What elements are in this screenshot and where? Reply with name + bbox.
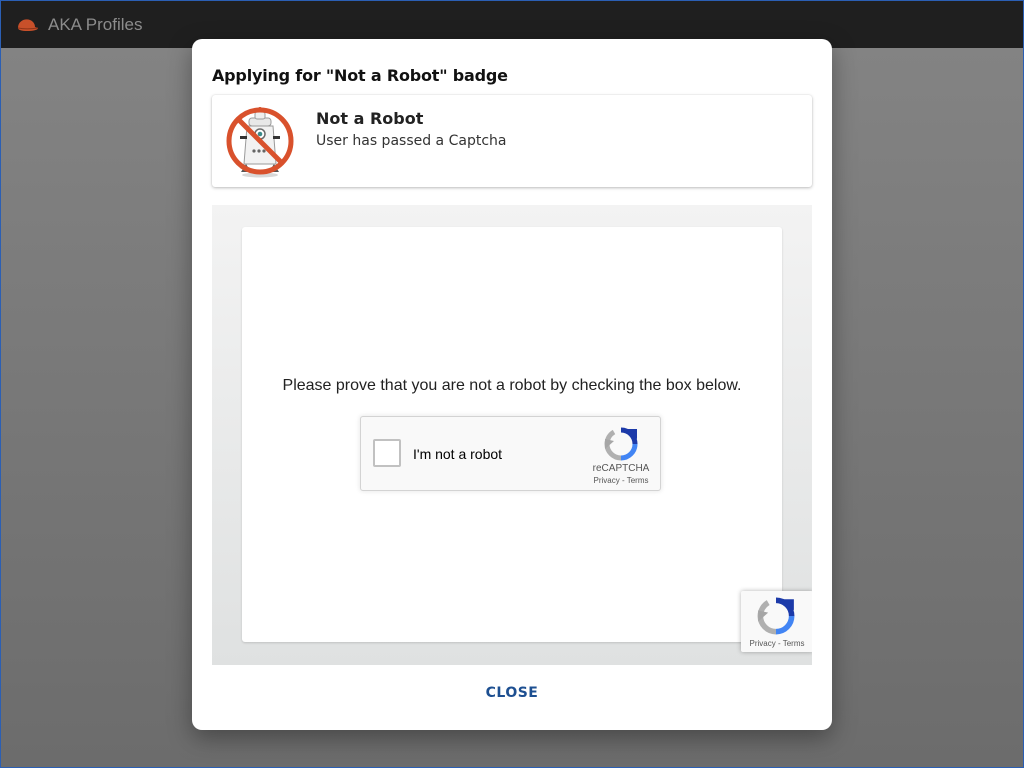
recaptcha-floating-badge[interactable]: Privacy - Terms — [741, 591, 812, 652]
no-robot-icon — [222, 104, 298, 180]
captcha-card: Please prove that you are not a robot by… — [242, 227, 782, 642]
recaptcha-checkbox-label[interactable]: I'm not a robot — [413, 446, 502, 462]
cap-icon[interactable] — [15, 17, 39, 33]
recaptcha-brand: reCAPTCHA — [592, 463, 650, 474]
badge-name: Not a Robot — [316, 109, 424, 128]
recaptcha-widget: I'm not a robot reCAPTCHA Privacy - Term… — [360, 416, 661, 491]
floating-privacy-terms-link[interactable]: Privacy - Terms — [741, 639, 812, 648]
recaptcha-logo-icon — [604, 427, 638, 461]
badge-application-dialog: Applying for "Not a Robot" badge Not a R… — [192, 39, 832, 730]
recaptcha-logo-icon — [757, 597, 795, 635]
dialog-title: Applying for "Not a Robot" badge — [212, 66, 508, 85]
badge-description: User has passed a Captcha — [316, 133, 507, 149]
captcha-frame: Please prove that you are not a robot by… — [212, 205, 812, 665]
app-title[interactable]: AKA Profiles — [48, 15, 143, 35]
badge-card: Not a Robot User has passed a Captcha — [212, 95, 812, 187]
captcha-prompt: Please prove that you are not a robot by… — [282, 377, 742, 394]
recaptcha-checkbox[interactable] — [373, 439, 401, 467]
close-button[interactable]: CLOSE — [462, 677, 562, 709]
recaptcha-privacy-terms-link[interactable]: Privacy - Terms — [583, 476, 659, 485]
